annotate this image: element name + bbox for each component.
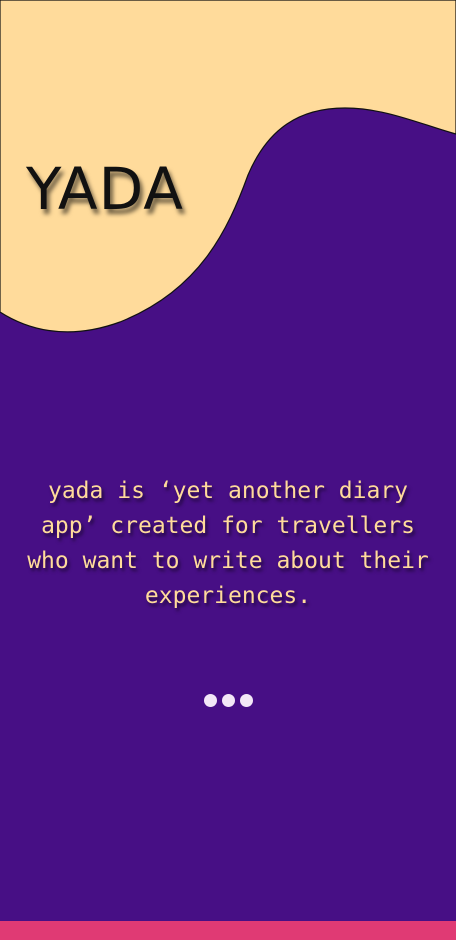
page-indicator xyxy=(0,694,456,707)
page-dot-1[interactable] xyxy=(203,694,217,707)
splash-screen: YADA yada is ‘yet another diary app’ cre… xyxy=(0,0,456,940)
page-dot-2[interactable] xyxy=(221,694,235,707)
app-description: yada is ‘yet another diary app’ created … xyxy=(27,478,429,609)
app-logo: YADA xyxy=(26,155,184,223)
page-dot-3[interactable] xyxy=(239,694,253,707)
bottom-bar xyxy=(0,921,456,940)
